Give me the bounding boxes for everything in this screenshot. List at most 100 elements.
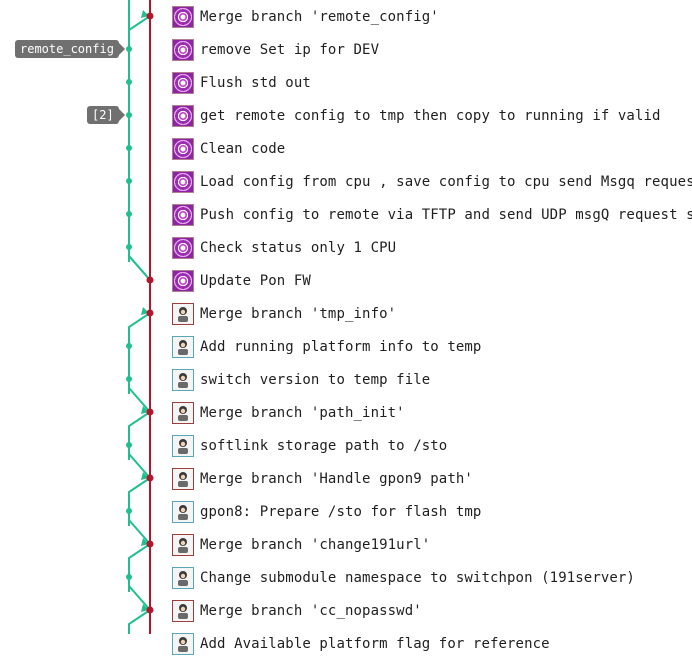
commit-message: Merge branch 'cc_nopasswd' [200,602,422,619]
person-icon [178,504,188,520]
branch-line [128,312,151,394]
user-avatar [172,533,194,556]
commit-message: Load config from cpu , save config to cp… [200,173,692,190]
tag-pointer [119,43,125,55]
branch-line [128,477,151,526]
commit-node [126,574,132,580]
tag-pointer [119,109,125,121]
commit-node [126,145,132,151]
identicon-avatar [172,104,194,127]
commit-node [126,46,132,52]
commit-row[interactable]: Change submodule namespace to switchpon … [172,561,635,594]
branch-join-line [128,519,151,545]
commit-message: Update Pon FW [200,272,311,289]
commit-node [126,343,132,349]
commit-row[interactable]: Merge branch 'tmp_info' [172,297,396,330]
commit-message: switch version to temp file [200,371,431,388]
person-icon [178,405,188,421]
user-avatar [172,401,194,424]
commit-row[interactable]: Load config from cpu , save config to cp… [172,165,692,198]
merge-node [146,309,154,317]
merge-node [146,474,154,482]
branch-line [128,609,151,634]
commit-row[interactable]: get remote config to tmp then copy to ru… [172,99,661,132]
branch-tag[interactable]: [2] [87,106,119,124]
merge-node [146,606,154,614]
commit-row[interactable]: Add Available platform flag for referenc… [172,627,550,660]
commit-message: Merge branch 'remote_config' [200,8,439,25]
commit-message: Merge branch 'change191url' [200,536,431,553]
person-icon [178,438,188,454]
commit-row[interactable]: Merge branch 'Handle gpon9 path' [172,462,473,495]
user-avatar [172,335,194,358]
branch-join-line [128,585,151,611]
user-avatar [172,368,194,391]
commit-message: Merge branch 'tmp_info' [200,305,397,322]
user-avatar [172,632,194,655]
person-icon [178,537,188,553]
commit-row[interactable]: softlink storage path to /sto [172,429,447,462]
commit-message: softlink storage path to /sto [200,437,448,454]
commit-node [126,112,132,118]
commit-node [126,211,132,217]
branch-line [128,15,151,262]
commit-row[interactable]: remove Set ip for DEV [172,33,379,66]
commit-node [126,178,132,184]
commit-row[interactable]: Push config to remote via TFTP and send … [172,198,692,231]
user-avatar [172,467,194,490]
commit-row[interactable]: Merge branch 'change191url' [172,528,430,561]
user-avatar [172,434,194,457]
commit-node [126,508,132,514]
commit-row[interactable]: Add running platform info to temp [172,330,481,363]
commit-message: Merge branch 'path_init' [200,404,405,421]
branch-line [128,543,151,592]
merge-node [146,408,154,416]
commit-row[interactable]: switch version to temp file [172,363,430,396]
branch-tag[interactable]: remote_config [15,40,119,58]
commit-node [126,244,132,250]
branch-join-line [128,387,151,413]
commit-node [126,79,132,85]
branch-join-line [128,453,151,479]
merge-node [146,540,154,548]
commit-message: Flush std out [200,74,311,91]
commit-message: get remote config to tmp then copy to ru… [200,107,661,124]
commit-message: remove Set ip for DEV [200,41,380,58]
commit-message: Push config to remote via TFTP and send … [200,206,692,223]
commit-row[interactable]: Clean code [172,132,285,165]
identicon-avatar [172,236,194,259]
person-icon [178,372,188,388]
commit-node [126,442,132,448]
user-avatar [172,302,194,325]
commit-message: Merge branch 'Handle gpon9 path' [200,470,473,487]
commit-row[interactable]: gpon8: Prepare /sto for flash tmp [172,495,481,528]
branch-line [128,411,151,460]
merge-node [146,276,154,284]
identicon-avatar [172,71,194,94]
person-icon [178,306,188,322]
person-icon [178,636,188,652]
identicon-avatar [172,137,194,160]
commit-row[interactable]: Merge branch 'remote_config' [172,0,439,33]
identicon-avatar [172,5,194,28]
identicon-avatar [172,38,194,61]
identicon-avatar [172,269,194,292]
person-icon [178,570,188,586]
commit-message: Add Available platform flag for referenc… [200,635,550,652]
commit-row[interactable]: Check status only 1 CPU [172,231,396,264]
commit-row[interactable]: Update Pon FW [172,264,311,297]
commit-row[interactable]: Merge branch 'path_init' [172,396,405,429]
commit-row[interactable]: Merge branch 'cc_nopasswd' [172,594,422,627]
commit-message: Change submodule namespace to switchpon … [200,569,635,586]
identicon-avatar [172,203,194,226]
person-icon [178,339,188,355]
user-avatar [172,500,194,523]
commit-message: gpon8: Prepare /sto for flash tmp [200,503,482,520]
commit-message: Clean code [200,140,286,157]
merge-node [146,12,154,20]
commit-row[interactable]: Flush std out [172,66,311,99]
branch-line [128,0,151,281]
user-avatar [172,599,194,622]
identicon-avatar [172,170,194,193]
commit-message: Check status only 1 CPU [200,239,397,256]
